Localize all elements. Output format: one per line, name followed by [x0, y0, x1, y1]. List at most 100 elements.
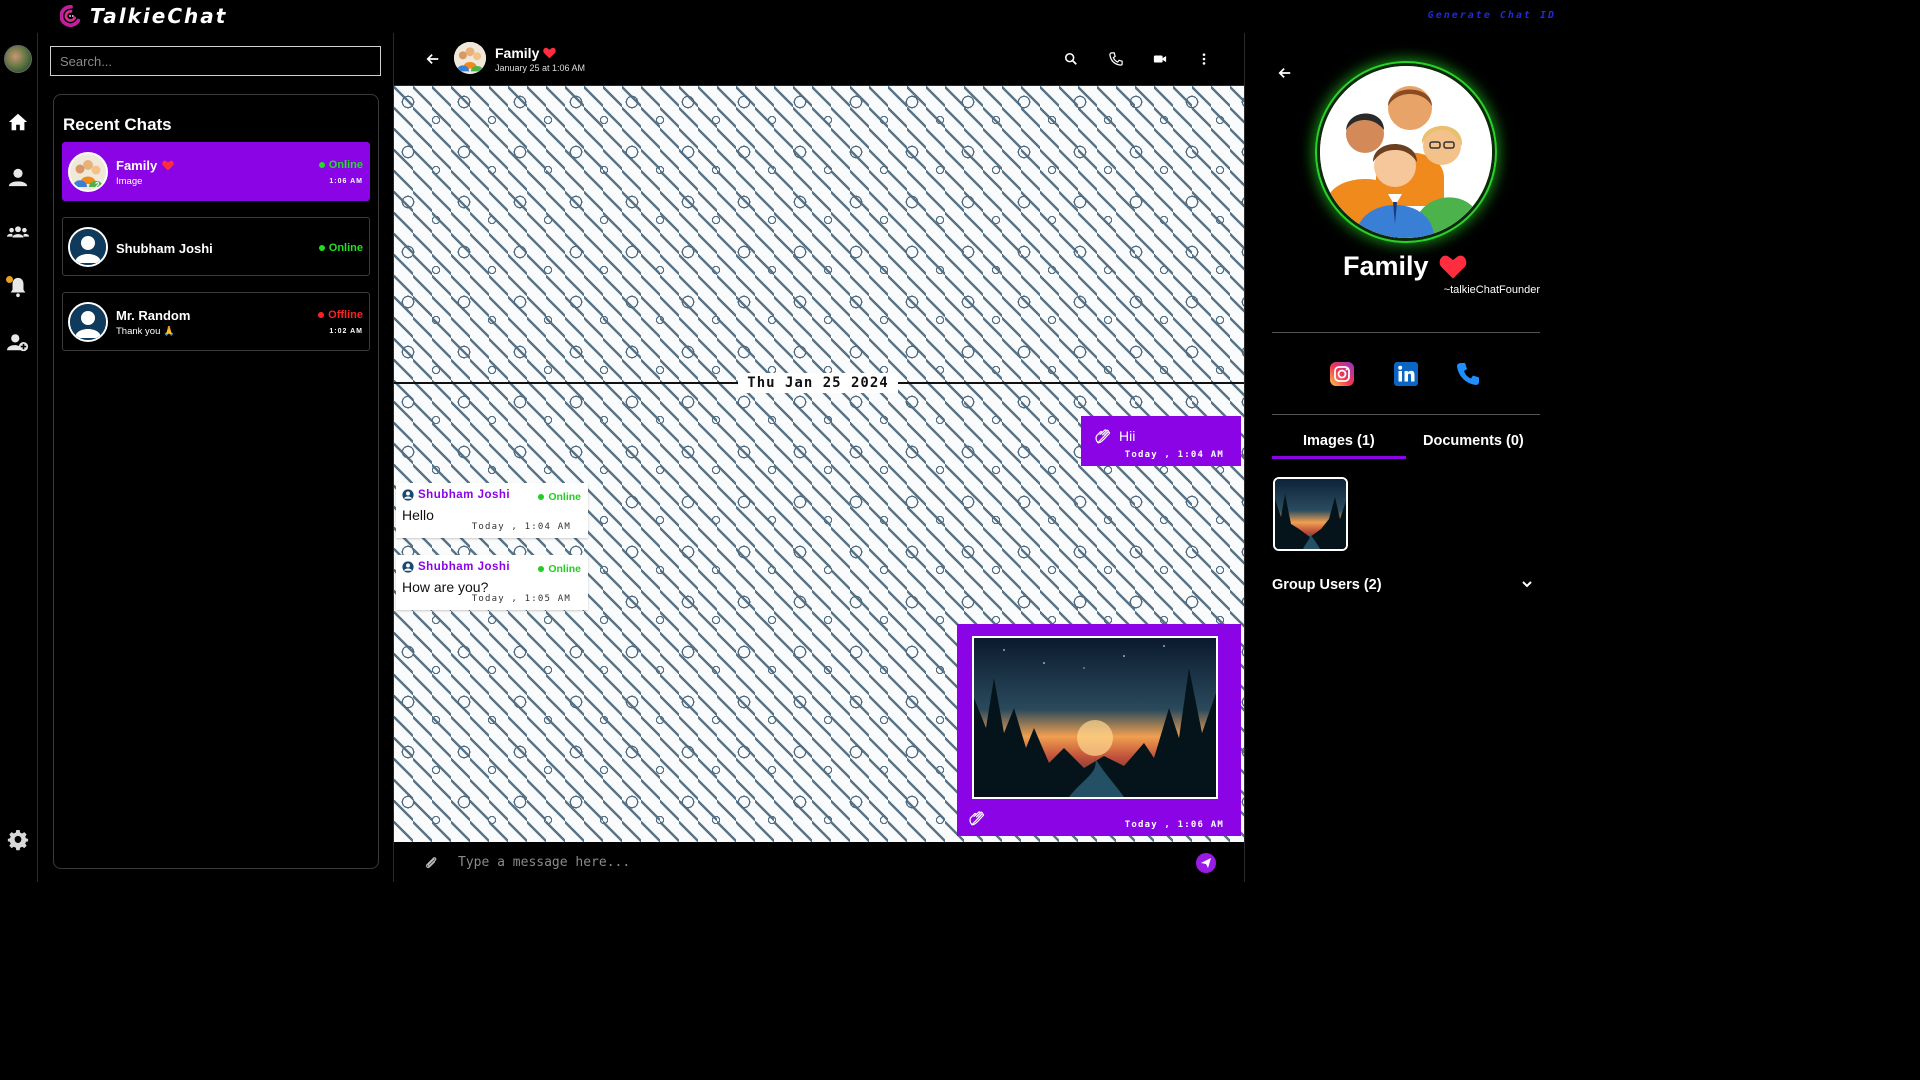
outgoing-message[interactable]: Hii Today , 1:04 AM — [1081, 416, 1241, 466]
divider — [1272, 332, 1540, 333]
app-name: TalkieChat — [90, 4, 228, 28]
message-time: Today , 1:04 AM — [1124, 450, 1224, 460]
user-icon — [402, 561, 414, 573]
default-user-icon — [70, 229, 106, 265]
phone-icon[interactable] — [1109, 52, 1123, 66]
group-name: Family — [1343, 251, 1467, 282]
heart-icon — [1439, 255, 1466, 279]
chat-item-family[interactable]: Family Image Online 1:06 AM 2 — [62, 142, 370, 201]
chat-sidebar: Recent Chats Family Image Online 1:06 A — [38, 33, 394, 882]
message-time: Today , 1:04 AM — [471, 522, 571, 532]
message-text: Hello — [402, 507, 434, 523]
family-group-icon — [70, 154, 106, 190]
search-input[interactable] — [50, 46, 381, 76]
online-dot — [318, 245, 325, 251]
video-call-icon[interactable] — [1153, 52, 1167, 66]
back-arrow-icon[interactable] — [1278, 66, 1292, 80]
message-sender-status: Online — [538, 491, 581, 503]
message-text: Hii — [1119, 428, 1136, 444]
profile-icon[interactable] — [7, 166, 29, 188]
instagram-icon[interactable] — [1329, 361, 1355, 387]
chat-item-mr-random[interactable]: Mr. Random Thank you 🙏 Offline 1:02 AM — [62, 292, 370, 351]
chat-last-seen: January 25 at 1:06 AM — [495, 63, 586, 73]
chat-status: Offline — [318, 309, 363, 321]
chat-item-shubham-joshi[interactable]: Shubham Joshi Online — [62, 217, 370, 276]
message-time: Today , 1:06 AM — [1124, 820, 1224, 830]
group-handle: ~talkieChatFounder — [1443, 284, 1540, 296]
chat-name: Shubham Joshi — [116, 241, 213, 256]
chat-name: Family — [116, 158, 174, 173]
wave-hand-icon — [969, 811, 985, 826]
chat-status: Online — [318, 159, 363, 171]
offline-dot — [318, 312, 325, 318]
tab-documents[interactable]: Documents (0) — [1423, 433, 1524, 449]
heart-icon — [543, 47, 557, 59]
recent-chats-title: Recent Chats — [63, 115, 172, 134]
family-group-icon — [454, 42, 486, 74]
search-icon[interactable] — [1064, 52, 1078, 66]
forest-sunset-thumbnail — [1275, 479, 1346, 549]
heart-icon — [162, 160, 174, 171]
wave-hand-icon — [1095, 429, 1111, 444]
notifications-icon[interactable] — [7, 276, 29, 298]
chat-info-panel: Family ~talkieChatFounder Images (1) Doc… — [1244, 33, 1568, 882]
chat-avatar[interactable] — [454, 42, 486, 74]
date-divider: Thu Jan 25 2024 — [738, 373, 898, 393]
image-thumbnail[interactable] — [1273, 477, 1348, 551]
incoming-message[interactable]: Shubham Joshi Online Hello Today , 1:04 … — [396, 483, 588, 538]
top-bar: TalkieChat Generate Chat ID — [0, 0, 1568, 33]
recent-chats-panel: Recent Chats Family Image Online 1:06 AM… — [53, 94, 379, 869]
default-user-icon — [70, 304, 106, 340]
group-avatar — [68, 152, 108, 192]
user-icon — [402, 489, 414, 501]
online-dot — [538, 494, 545, 500]
user-avatar — [68, 302, 108, 342]
message-sender: Shubham Joshi — [402, 561, 510, 573]
message-composer — [394, 842, 1244, 882]
message-time: Today , 1:05 AM — [471, 594, 571, 604]
group-avatar-large[interactable] — [1317, 63, 1495, 241]
online-dot — [318, 162, 325, 168]
message-text: How are you? — [402, 579, 489, 595]
message-sender-status: Online — [538, 563, 581, 575]
forest-sunset-image — [974, 638, 1216, 797]
chat-header: Family January 25 at 1:06 AM — [394, 33, 1244, 86]
active-tab-indicator — [1272, 456, 1406, 459]
chat-last-message: Thank you 🙏 — [116, 326, 175, 337]
back-arrow-icon[interactable] — [426, 52, 440, 66]
tab-images[interactable]: Images (1) — [1303, 433, 1375, 449]
message-sender: Shubham Joshi — [402, 489, 510, 501]
add-user-icon[interactable] — [7, 331, 29, 353]
chevron-down-icon[interactable] — [1521, 578, 1533, 590]
generate-chat-id-link[interactable]: Generate Chat ID — [1428, 10, 1556, 21]
send-button[interactable] — [1196, 853, 1216, 873]
family-group-icon — [1320, 66, 1492, 238]
outgoing-image-message[interactable]: Today , 1:06 AM — [957, 624, 1241, 836]
groups-icon[interactable] — [7, 221, 29, 243]
message-list[interactable]: Thu Jan 25 2024 Hii Today , 1:04 AM Shub… — [394, 86, 1244, 842]
incoming-message[interactable]: Shubham Joshi Online How are you? Today … — [396, 555, 588, 610]
chat-status: Online — [318, 242, 363, 254]
send-icon — [1201, 858, 1211, 868]
nav-rail — [0, 33, 38, 882]
chat-title: Family — [495, 45, 557, 61]
user-avatar — [68, 227, 108, 267]
message-input[interactable] — [458, 851, 1178, 873]
home-icon[interactable] — [7, 111, 29, 133]
divider — [1272, 414, 1540, 415]
more-options-icon[interactable] — [1197, 52, 1211, 66]
linkedin-icon[interactable] — [1393, 361, 1419, 387]
online-dot — [538, 566, 545, 572]
user-avatar[interactable] — [4, 45, 32, 73]
attach-icon[interactable] — [424, 855, 439, 870]
phone-icon[interactable] — [1455, 361, 1481, 387]
settings-icon[interactable] — [7, 830, 29, 852]
shared-image[interactable] — [972, 636, 1218, 799]
talkiechat-logo-icon — [60, 5, 81, 27]
chat-time: 1:02 AM — [329, 328, 363, 335]
group-users-toggle[interactable]: Group Users (2) — [1272, 577, 1382, 593]
group-member-count: 2 — [95, 181, 100, 190]
brand: TalkieChat — [60, 4, 227, 28]
chat-name: Mr. Random — [116, 308, 191, 323]
chat-time: 1:06 AM — [329, 178, 363, 185]
